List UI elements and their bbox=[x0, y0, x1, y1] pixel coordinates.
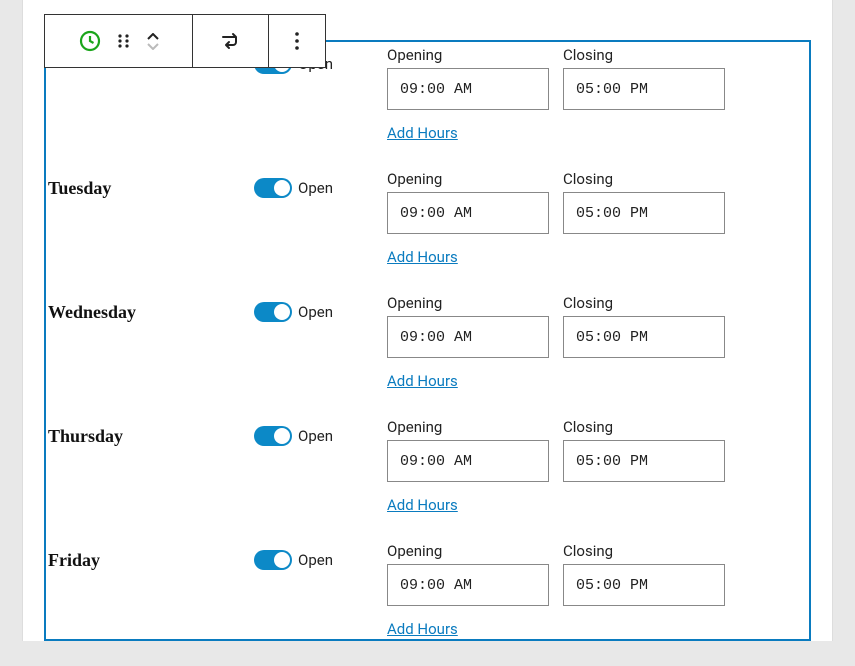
opening-input[interactable] bbox=[387, 316, 549, 358]
closing-label: Closing bbox=[563, 46, 725, 64]
opening-input[interactable] bbox=[387, 564, 549, 606]
times-cell: Opening Closing Add Hours bbox=[387, 542, 725, 666]
days-list: Monday Open Opening Closing Add Hours bbox=[46, 42, 809, 666]
closing-input[interactable] bbox=[563, 192, 725, 234]
open-toggle[interactable] bbox=[254, 302, 292, 322]
times-cell: Opening Closing Add Hours bbox=[387, 418, 725, 542]
open-toggle-cell: Open bbox=[254, 418, 387, 542]
open-toggle[interactable] bbox=[254, 550, 292, 570]
more-menu-icon[interactable] bbox=[294, 31, 300, 51]
time-fields: Opening Closing bbox=[387, 542, 725, 606]
closing-field: Closing bbox=[563, 418, 725, 482]
opening-field: Opening bbox=[387, 418, 549, 482]
open-toggle-label: Open bbox=[298, 302, 333, 322]
time-fields: Opening Closing bbox=[387, 46, 725, 110]
add-hours-link[interactable]: Add Hours bbox=[387, 124, 725, 142]
opening-label: Opening bbox=[387, 418, 549, 436]
day-row: Tuesday Open Opening Closing Add Hours bbox=[46, 170, 809, 294]
opening-field: Opening bbox=[387, 170, 549, 234]
closing-label: Closing bbox=[563, 542, 725, 560]
block-toolbar bbox=[44, 14, 326, 68]
open-toggle-label: Open bbox=[298, 550, 333, 570]
transform-icon[interactable] bbox=[220, 32, 242, 50]
open-toggle[interactable] bbox=[254, 426, 292, 446]
opening-input[interactable] bbox=[387, 68, 549, 110]
time-fields: Opening Closing bbox=[387, 294, 725, 358]
closing-field: Closing bbox=[563, 542, 725, 606]
opening-input[interactable] bbox=[387, 192, 549, 234]
times-cell: Opening Closing Add Hours bbox=[387, 294, 725, 418]
clock-icon[interactable] bbox=[78, 29, 102, 53]
opening-label: Opening bbox=[387, 46, 549, 64]
drag-handle-icon[interactable] bbox=[116, 33, 132, 49]
closing-input[interactable] bbox=[563, 440, 725, 482]
add-hours-link[interactable]: Add Hours bbox=[387, 248, 725, 266]
opening-input[interactable] bbox=[387, 440, 549, 482]
closing-label: Closing bbox=[563, 418, 725, 436]
opening-field: Opening bbox=[387, 46, 549, 110]
closing-label: Closing bbox=[563, 294, 725, 312]
open-toggle-label: Open bbox=[298, 178, 333, 198]
day-name: Wednesday bbox=[46, 294, 254, 418]
time-fields: Opening Closing bbox=[387, 418, 725, 482]
closing-field: Closing bbox=[563, 294, 725, 358]
add-hours-link[interactable]: Add Hours bbox=[387, 496, 725, 514]
time-fields: Opening Closing bbox=[387, 170, 725, 234]
closing-input[interactable] bbox=[563, 68, 725, 110]
day-name: Tuesday bbox=[46, 170, 254, 294]
open-toggle-label: Open bbox=[298, 426, 333, 446]
add-hours-link[interactable]: Add Hours bbox=[387, 620, 725, 638]
closing-input[interactable] bbox=[563, 564, 725, 606]
opening-label: Opening bbox=[387, 542, 549, 560]
closing-field: Closing bbox=[563, 46, 725, 110]
business-hours-block[interactable]: Monday Open Opening Closing Add Hours bbox=[44, 40, 811, 641]
times-cell: Opening Closing Add Hours bbox=[387, 170, 725, 294]
open-toggle-cell: Open bbox=[254, 294, 387, 418]
open-toggle-cell: Open bbox=[254, 542, 387, 666]
opening-field: Opening bbox=[387, 542, 549, 606]
open-toggle[interactable] bbox=[254, 178, 292, 198]
closing-label: Closing bbox=[563, 170, 725, 188]
times-cell: Opening Closing Add Hours bbox=[387, 46, 725, 170]
day-name: Friday bbox=[46, 542, 254, 666]
opening-label: Opening bbox=[387, 170, 549, 188]
move-updown-icon[interactable] bbox=[146, 33, 160, 50]
opening-label: Opening bbox=[387, 294, 549, 312]
add-hours-link[interactable]: Add Hours bbox=[387, 372, 725, 390]
closing-input[interactable] bbox=[563, 316, 725, 358]
opening-field: Opening bbox=[387, 294, 549, 358]
day-row: Wednesday Open Opening Closing Add Hours bbox=[46, 294, 809, 418]
closing-field: Closing bbox=[563, 170, 725, 234]
toolbar-group-transform bbox=[193, 15, 269, 67]
day-name: Thursday bbox=[46, 418, 254, 542]
open-toggle-cell: Open bbox=[254, 170, 387, 294]
toolbar-group-more bbox=[269, 15, 325, 67]
toolbar-group-block bbox=[45, 15, 193, 67]
day-row: Friday Open Opening Closing Add Hours bbox=[46, 542, 809, 666]
day-row: Thursday Open Opening Closing Add Hours bbox=[46, 418, 809, 542]
